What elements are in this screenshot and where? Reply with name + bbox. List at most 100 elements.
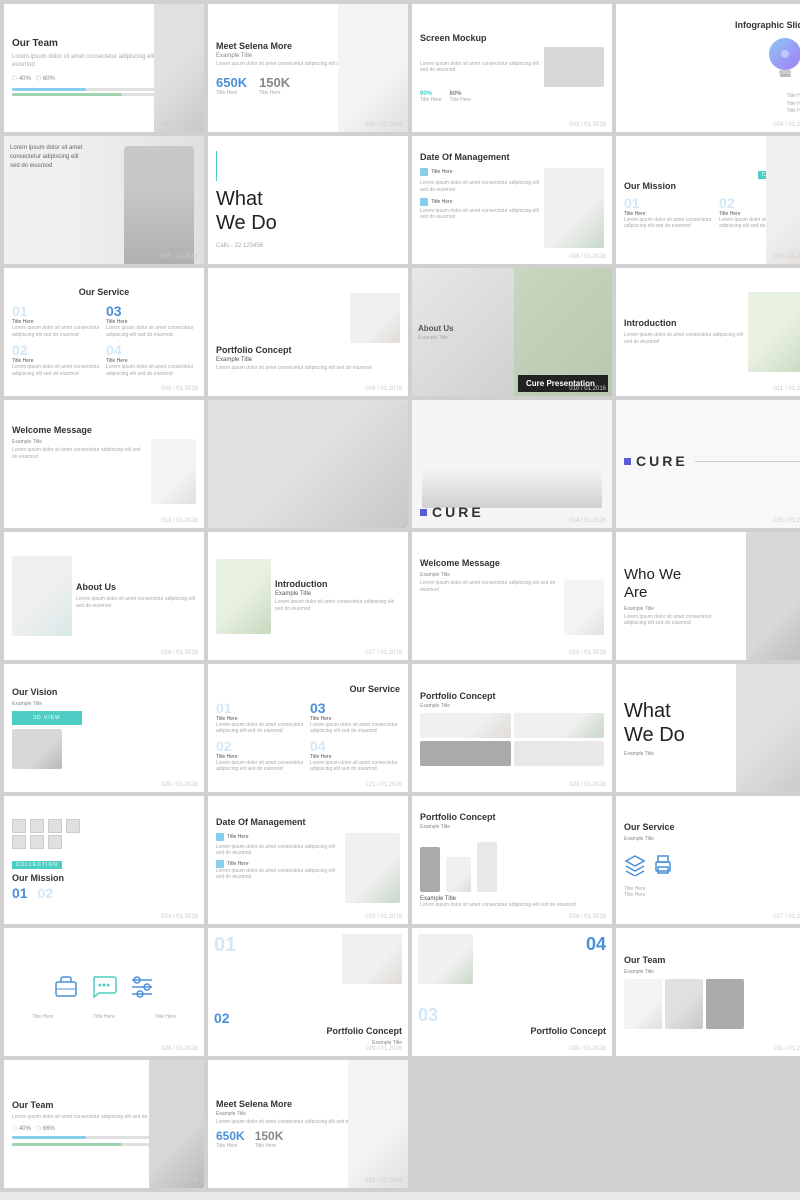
slide-who-we-are[interactable]: Who WeAre Example Title Lorem ipsum dolo… bbox=[616, 532, 800, 660]
slide-our-mission[interactable]: COLLECTION Our Mission 01 Title Here Lor… bbox=[616, 136, 800, 264]
slide-our-mission-2[interactable]: COLLECTION Our Mission 01 02 024 / 01.20… bbox=[4, 796, 204, 924]
example-title: Example Title bbox=[420, 572, 604, 578]
slide-meet-selena[interactable]: Meet Selena More Example Title Lorem ips… bbox=[208, 4, 408, 132]
slide-title: Our Service bbox=[216, 684, 400, 694]
person-photo3 bbox=[736, 664, 800, 792]
s-02: 02 bbox=[216, 738, 306, 754]
slide-what-we-do-2[interactable]: WhatWe Do Example Title 023 / 01.2016 bbox=[616, 664, 800, 792]
slide-number: 026 / 01.2016 bbox=[569, 914, 606, 920]
portfolio-photo2 bbox=[418, 934, 473, 984]
stat-label2: Title Here bbox=[450, 97, 472, 103]
slide-number: 020 / 01.2016 bbox=[161, 782, 198, 788]
slide-screen-mockup[interactable]: Screen Mockup Lorem ipsum dolor sit amet… bbox=[412, 4, 612, 132]
slide-intro-leaves[interactable]: Introduction Example Title Lorem ipsum d… bbox=[208, 532, 408, 660]
room-photo bbox=[12, 556, 72, 636]
cure-line bbox=[695, 461, 800, 462]
slide-portfolio-4[interactable]: 01 Portfolio Concept 02 Example Title 02… bbox=[208, 928, 408, 1056]
mini-img4 bbox=[66, 819, 80, 833]
slide-number: 031 / 01.2016 bbox=[773, 1046, 800, 1052]
slide-portfolio-2[interactable]: Portfolio Concept Example Title 022 / 01… bbox=[412, 664, 612, 792]
slide-title: Introduction bbox=[624, 318, 744, 328]
slide-our-vision[interactable]: Our Vision Example Title 3D VIEW 020 / 0… bbox=[4, 664, 204, 792]
stat-icon: ⬡ bbox=[12, 76, 17, 82]
portfolio-img1 bbox=[420, 713, 511, 738]
pencil-img bbox=[477, 842, 497, 892]
mockup-image bbox=[544, 47, 604, 87]
slide-meet-selena-2[interactable]: Meet Selena More Example Title Lorem ips… bbox=[208, 1060, 408, 1188]
num-01: 01 bbox=[624, 195, 713, 211]
slide-number: 023 / 01.2016 bbox=[773, 782, 800, 788]
slide-about-us-room[interactable]: About Us Lorem ipsum dolor sit amet cons… bbox=[4, 532, 204, 660]
portfolio-photo bbox=[342, 934, 402, 984]
slide-number: 030 / 01.2016 bbox=[569, 1046, 606, 1052]
slide-number: 013 / 01.2016 bbox=[365, 518, 402, 524]
pen-img bbox=[420, 847, 440, 892]
slide-portfolio-3[interactable]: Portfolio Concept Example Title Example … bbox=[412, 796, 612, 924]
slide-date-management[interactable]: Date Of Management Title Here Lorem ipsu… bbox=[412, 136, 612, 264]
slide-our-service-icons[interactable]: Our Service Example Title Title Here Tit… bbox=[616, 796, 800, 924]
slide-our-team-3[interactable]: Our Team Lorem ipsum dolor sit amet cons… bbox=[4, 1060, 204, 1188]
person-bg: Lorem ipsum dolor sit amet consectetur a… bbox=[4, 136, 204, 264]
slide-about-us[interactable]: About Us Example Title Cure Presentation… bbox=[412, 268, 612, 396]
body: Lorem ipsum dolor sit amet consectetur a… bbox=[216, 365, 400, 372]
slide-what-we-do-text[interactable]: WhatWe Do Calls - 22 123456 bbox=[208, 136, 408, 264]
slide-number: 009 / 01.2016 bbox=[365, 386, 402, 392]
slide-number: 016 / 01.2016 bbox=[161, 650, 198, 656]
slide-introduction[interactable]: Introduction Lorem ipsum dolor sit amet … bbox=[616, 268, 800, 396]
slide-our-service-2[interactable]: Our Service 01 Title Here Lorem ipsum do… bbox=[208, 664, 408, 792]
icon-item2 bbox=[420, 198, 428, 206]
icon-d2 bbox=[216, 860, 224, 868]
slide-cure-forest-1[interactable]: CURE 014 / 01.2016 bbox=[412, 400, 612, 528]
body-1: Lorem ipsum dolor sit amet consectetur a… bbox=[420, 180, 540, 194]
person-silhouette bbox=[124, 146, 194, 264]
slide-body: Lorem ipsum dolor sit amet consectetur a… bbox=[10, 144, 90, 171]
welcome-photo bbox=[151, 439, 196, 504]
team-photo1 bbox=[624, 979, 662, 1029]
slide-title: Screen Mockup bbox=[420, 33, 604, 43]
stat-60: 60% bbox=[43, 76, 55, 82]
settings-icon bbox=[127, 972, 157, 1002]
slide-number: 008 / 01.2016 bbox=[161, 386, 198, 392]
slide-date-mgmt-2[interactable]: Date Of Management Title Here Lorem ipsu… bbox=[208, 796, 408, 924]
selena-photo bbox=[338, 4, 408, 132]
info-item-1: Title Here bbox=[624, 93, 800, 101]
stat-label-1: Title Here bbox=[216, 90, 247, 96]
stat-650k: 650K bbox=[216, 75, 247, 90]
slide-portfolio-5[interactable]: 03 Portfolio Concept 04 030 / 01.2016 bbox=[412, 928, 612, 1056]
slide-number: 025 / 01.2016 bbox=[365, 914, 402, 920]
body: Lorem ipsum dolor sit amet consectetur a… bbox=[624, 614, 714, 626]
cure-dot2 bbox=[624, 458, 631, 465]
slide-what-we-do-photo[interactable]: Lorem ipsum dolor sit amet consectetur a… bbox=[4, 136, 204, 264]
s-01: 01 bbox=[216, 700, 306, 716]
info-item-3: Title Here bbox=[624, 108, 800, 116]
slide-infographic[interactable]: Infographic Slide Title Here Title Here … bbox=[616, 4, 800, 132]
stat-40b: 40% bbox=[19, 1126, 31, 1132]
example-title: Example Title bbox=[216, 357, 400, 363]
slide-our-service[interactable]: Our Service 01 Title Here Lorem ipsum do… bbox=[4, 268, 204, 396]
slide-our-team-2[interactable]: Our Team Example Title 031 / 01.2016 bbox=[616, 928, 800, 1056]
body: Lorem ipsum dolor sit amet consectetur a… bbox=[624, 332, 744, 346]
slide-welcome[interactable]: Welcome Message Example Title Lorem ipsu… bbox=[4, 400, 204, 528]
slide-number: 011 / 01.2016 bbox=[774, 386, 800, 392]
slide-welcome-2[interactable]: Welcome Message Example Title Lorem ipsu… bbox=[412, 532, 612, 660]
title-here-1: Title Here bbox=[431, 169, 453, 175]
slide-portfolio[interactable]: Portfolio Concept Example Title Lorem ip… bbox=[208, 268, 408, 396]
s-04: 04 bbox=[310, 738, 400, 754]
slide-person-photo[interactable]: 013 / 01.2016 bbox=[208, 400, 408, 528]
title-here-label2: Title Here bbox=[624, 892, 800, 898]
mini-img3 bbox=[48, 819, 62, 833]
chat-icon bbox=[89, 972, 119, 1002]
briefcase-icon bbox=[51, 972, 81, 1002]
slide-service-icons-big[interactable]: Title Here Title Here Title Here 028 / 0… bbox=[4, 928, 204, 1056]
slide-cure-line-1[interactable]: CURE 015 / 01.2016 bbox=[616, 400, 800, 528]
body: Lorem ipsum dolor sit amet consectetur a… bbox=[420, 902, 604, 908]
slide-our-team[interactable]: Our Team Lorem ipsum dolor sit amet cons… bbox=[4, 4, 204, 132]
slide-number: 033 / 01.2016 bbox=[365, 1178, 402, 1184]
num-01-large: 01 bbox=[214, 934, 236, 957]
mini-img2 bbox=[30, 819, 44, 833]
body: Lorem ipsum dolor sit amet consectetur a… bbox=[420, 580, 560, 635]
vision-photo bbox=[12, 729, 62, 769]
svc-02: 02 bbox=[12, 342, 102, 358]
info-item-2: Title Here bbox=[624, 101, 800, 109]
accent-line bbox=[216, 151, 217, 181]
